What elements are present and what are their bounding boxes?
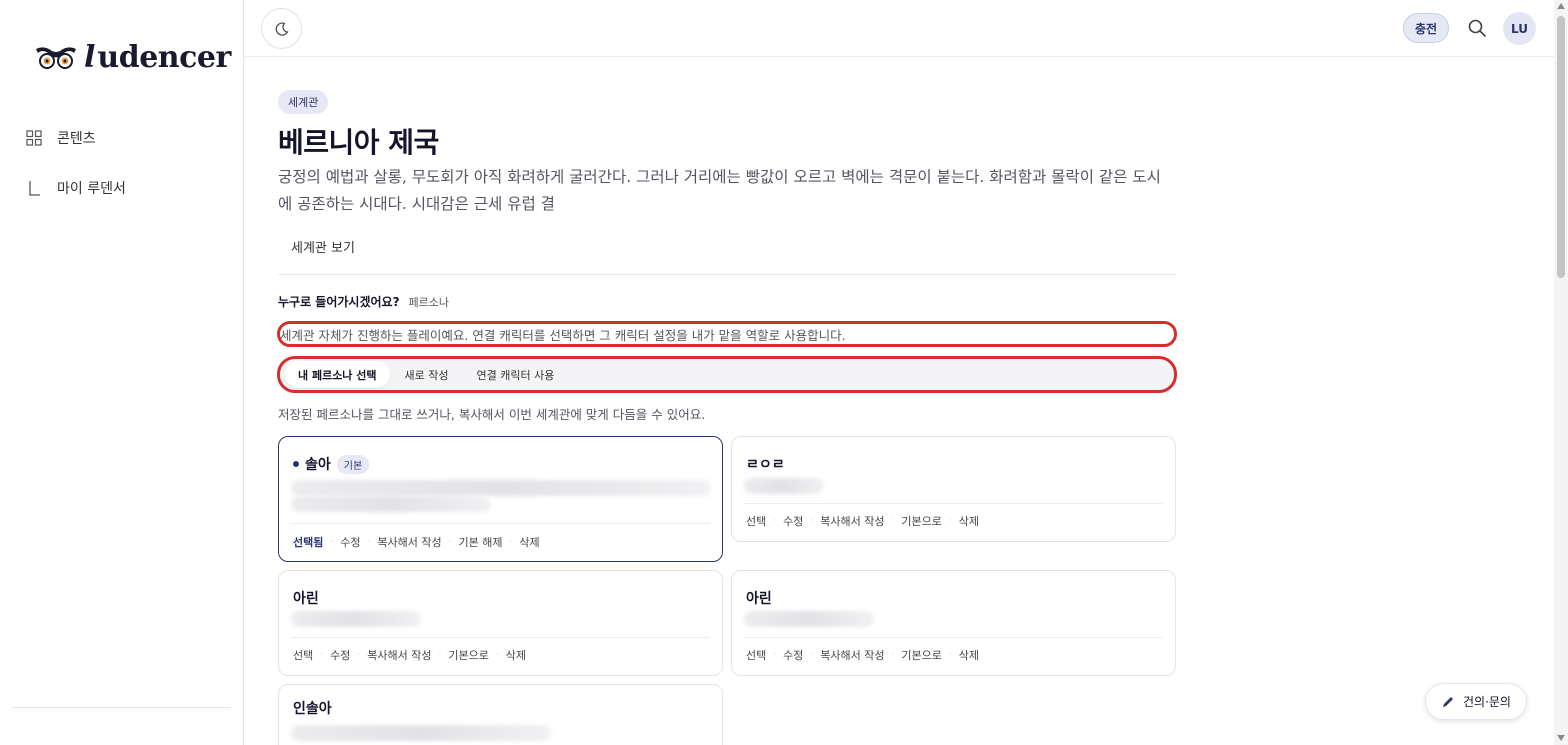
persona-name-row: 아린 — [746, 588, 772, 608]
persona-card[interactable]: 아린 선택 · 수정 · 복사해서 작성 · 기본으로 · 삭제 — [731, 570, 1176, 676]
logo-mark: l — [84, 40, 96, 75]
persona-card[interactable]: 솔아 기본 선택됨 · 수정 · 복사해서 작성 · 기본 해제 · 삭제 — [278, 436, 723, 562]
persona-card[interactable]: 아린 선택 · 수정 · 복사해서 작성 · 기본으로 · 삭제 — [278, 570, 723, 676]
card-actions: 선택 · 수정 · 복사해서 작성 · 기본으로 · 삭제 — [746, 647, 979, 663]
theme-toggle-button[interactable] — [261, 8, 302, 49]
question-label: 누구로 들어가시겠어요? — [278, 295, 400, 309]
sidebar-item-label: 마이 루덴서 — [57, 181, 126, 197]
copy-create-button[interactable]: 복사해서 작성 — [820, 647, 884, 663]
persona-name: 아린 — [746, 591, 772, 607]
play-info-text: 세계관 자체가 진행하는 플레이예요. 연결 캐릭터를 선택하면 그 캐릭터 설… — [277, 321, 1177, 347]
persona-card[interactable]: ㄹㅇㄹ 선택 · 수정 · 복사해서 작성 · 기본으로 · 삭제 — [731, 436, 1176, 542]
copy-create-button[interactable]: 복사해서 작성 — [820, 513, 884, 529]
blurred-text — [291, 611, 421, 627]
corner-icon — [29, 181, 40, 196]
pencil-icon — [1443, 696, 1453, 707]
card-divider — [291, 637, 710, 638]
app: l udencer 콘텐츠 마이 루덴서 충전 LU 세계관 베르니아 제국 궁… — [0, 0, 1568, 745]
card-divider — [744, 637, 1163, 638]
copy-create-button[interactable]: 복사해서 작성 — [367, 647, 431, 663]
persona-hint: 저장된 페르소나를 그대로 쓰거나, 복사해서 이번 세계관에 맞게 다듬을 수… — [278, 407, 706, 422]
page-scrollbar[interactable] — [1554, 0, 1568, 745]
category-tag: 세계관 — [278, 90, 329, 114]
blurred-text — [291, 725, 551, 741]
set-default-button[interactable]: 기본으로 — [448, 647, 488, 663]
blurred-text — [744, 611, 874, 627]
card-actions: 선택됨 · 수정 · 복사해서 작성 · 기본 해제 · 삭제 — [293, 534, 540, 550]
card-divider — [744, 503, 1163, 504]
scroll-up-icon[interactable] — [1557, 3, 1565, 9]
topbar: 충전 LU — [244, 0, 1554, 57]
persona-name: 인솔아 — [293, 701, 332, 717]
feedback-label: 건의·문의 — [1463, 695, 1511, 709]
card-divider — [291, 523, 710, 524]
persona-name: ㄹㅇㄹ — [746, 457, 785, 473]
world-description: 궁정의 예법과 살롱, 무도회가 아직 화려하게 굴러간다. 그러나 거리에는 … — [278, 168, 1161, 213]
persona-tabs: 내 페르소나 선택 새로 작성 연결 캐릭터 사용 — [277, 356, 1177, 393]
sidebar-divider — [12, 707, 231, 708]
blurred-text — [291, 480, 711, 496]
set-default-button[interactable]: 기본으로 — [901, 513, 941, 529]
delete-button[interactable]: 삭제 — [506, 647, 526, 663]
info-text: 세계관 자체가 진행하는 플레이예요. 연결 캐릭터를 선택하면 그 캐릭터 설… — [280, 327, 846, 343]
card-actions: 선택 · 수정 · 복사해서 작성 · 기본으로 · 삭제 — [746, 513, 979, 529]
sidebar-item-contents[interactable]: 콘텐츠 — [26, 128, 96, 148]
scroll-thumb[interactable] — [1557, 16, 1565, 278]
divider — [278, 274, 1176, 275]
view-world-button[interactable]: 세계관 보기 — [278, 234, 368, 258]
moon-icon — [275, 21, 288, 36]
edit-button[interactable]: 수정 — [330, 647, 350, 663]
avatar[interactable]: LU — [1503, 12, 1536, 45]
logo[interactable]: l udencer — [34, 40, 231, 75]
select-button[interactable]: 선택 — [293, 647, 313, 663]
tab-select-persona[interactable]: 내 페르소나 선택 — [285, 361, 390, 388]
feedback-button[interactable]: 건의·문의 — [1425, 683, 1527, 720]
sidebar-item-label: 콘텐츠 — [57, 131, 96, 147]
page-title: 베르니아 제국 — [278, 126, 439, 159]
grid-icon — [26, 130, 42, 146]
owl-logo-icon — [36, 46, 76, 69]
select-button[interactable]: 선택 — [746, 647, 766, 663]
persona-name: 아린 — [293, 591, 319, 607]
persona-name-row: ㄹㅇㄹ — [746, 454, 785, 474]
question-sub: 페르소나 — [408, 296, 450, 309]
blurred-text — [291, 496, 491, 512]
select-button[interactable]: 선택 — [746, 513, 766, 529]
edit-button[interactable]: 수정 — [783, 647, 803, 663]
default-badge: 기본 — [336, 454, 370, 474]
persona-name-row: 인솔아 — [293, 698, 332, 718]
persona-card[interactable]: 인솔아 — [278, 684, 723, 745]
selected-dot-icon — [293, 461, 299, 467]
selected-button[interactable]: 선택됨 — [293, 534, 323, 550]
card-actions: 선택 · 수정 · 복사해서 작성 · 기본으로 · 삭제 — [293, 647, 526, 663]
edit-button[interactable]: 수정 — [340, 534, 360, 550]
tab-linked-character[interactable]: 연결 캐릭터 사용 — [463, 361, 567, 388]
delete-button[interactable]: 삭제 — [959, 647, 979, 663]
logo-text: udencer — [97, 40, 231, 75]
delete-button[interactable]: 삭제 — [519, 534, 539, 550]
sidebar-item-my-ludencer[interactable]: 마이 루덴서 — [26, 178, 126, 198]
set-default-button[interactable]: 기본으로 — [901, 647, 941, 663]
charge-button[interactable]: 충전 — [1403, 13, 1449, 43]
tab-new-persona[interactable]: 새로 작성 — [392, 361, 462, 388]
unset-default-button[interactable]: 기본 해제 — [458, 534, 502, 550]
delete-button[interactable]: 삭제 — [959, 513, 979, 529]
edit-button[interactable]: 수정 — [783, 513, 803, 529]
persona-name-row: 아린 — [293, 588, 319, 608]
scroll-down-icon[interactable] — [1557, 735, 1565, 741]
persona-name-row: 솔아 기본 — [293, 454, 370, 474]
sidebar: l udencer 콘텐츠 마이 루덴서 — [0, 0, 244, 745]
persona-name: 솔아 — [305, 457, 331, 473]
search-icon[interactable] — [1466, 17, 1488, 39]
blurred-text — [744, 478, 824, 494]
copy-create-button[interactable]: 복사해서 작성 — [377, 534, 441, 550]
persona-question: 누구로 들어가시겠어요? 페르소나 — [278, 293, 449, 310]
